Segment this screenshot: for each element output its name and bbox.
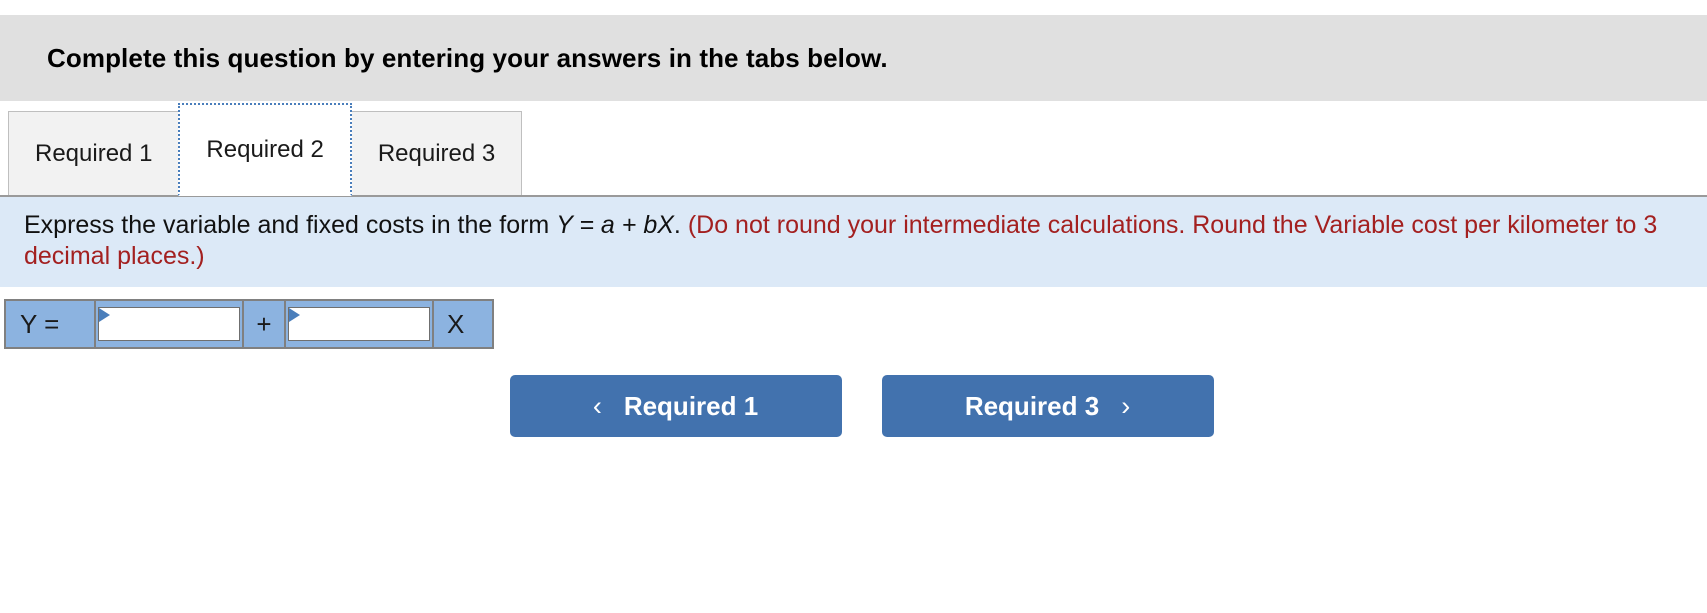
answer-area: Y = + X — [0, 287, 1707, 349]
tab-required-1[interactable]: Required 1 — [8, 111, 180, 196]
next-required-button[interactable]: Required 3 › — [881, 375, 1214, 437]
instruction-banner: Complete this question by entering your … — [0, 15, 1707, 101]
question-prompt: Express the variable and fixed costs in … — [0, 196, 1707, 287]
previous-required-button-label: Required 1 — [623, 390, 759, 421]
variable-cost-cell — [286, 301, 434, 347]
tab-required-2[interactable]: Required 2 — [178, 103, 352, 196]
answer-equation-row: Y = + X — [4, 299, 494, 349]
tab-strip: Required 1 Required 2 Required 3 — [8, 103, 523, 196]
equation-y-label: Y = — [6, 301, 96, 347]
variable-cost-input[interactable] — [288, 307, 430, 341]
fixed-cost-cell — [96, 301, 244, 347]
previous-required-button[interactable]: ‹ Required 1 — [509, 375, 842, 437]
prompt-lead-text: Express the variable and fixed costs in … — [24, 211, 557, 239]
instruction-banner-text: Complete this question by entering your … — [47, 42, 888, 73]
equation-plus-operator: + — [244, 301, 286, 347]
equation-x-label: X — [434, 301, 492, 347]
tab-required-3[interactable]: Required 3 — [350, 111, 523, 196]
tab-strip-container: Required 1 Required 2 Required 3 — [0, 101, 1707, 197]
next-required-button-label: Required 3 — [964, 390, 1100, 421]
tab-navigation-bar: ‹ Required 1 Required 3 › — [0, 375, 1707, 437]
chevron-right-icon: › — [1121, 390, 1131, 421]
chevron-left-icon: ‹ — [592, 390, 602, 421]
prompt-formula: Y = a + bX — [556, 211, 674, 239]
prompt-formula-period: . — [673, 211, 688, 239]
fixed-cost-input[interactable] — [98, 307, 240, 341]
